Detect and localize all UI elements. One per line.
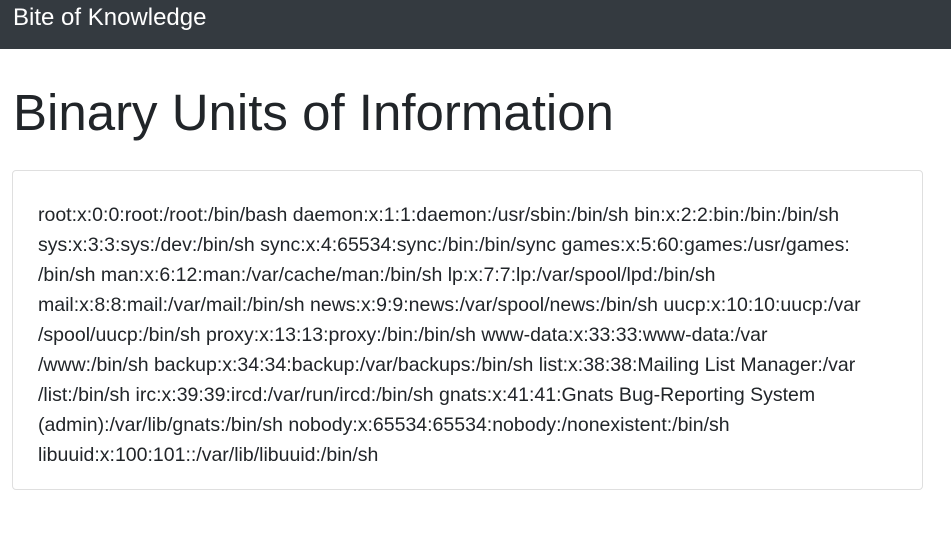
page-title: Binary Units of Information [13, 84, 614, 141]
navbar-brand-link[interactable]: Bite of Knowledge [13, 3, 206, 33]
card-body: root:x:0:0:root:/root:/bin/bash daemon:x… [38, 200, 900, 470]
content-line: (admin):/var/lib/gnats:/bin/sh nobody:x:… [38, 414, 730, 436]
content-line: /www:/bin/sh backup:x:34:34:backup:/var/… [38, 354, 856, 376]
content-line: /spool/uucp:/bin/sh proxy:x:13:13:proxy:… [38, 324, 768, 346]
content-line: root:x:0:0:root:/root:/bin/bash daemon:x… [38, 204, 840, 226]
content-line: libuuid:x:100:101::/var/lib/libuuid:/bin… [38, 444, 379, 466]
content-card: root:x:0:0:root:/root:/bin/bash daemon:x… [12, 170, 923, 490]
content-line: mail:x:8:8:mail:/var/mail:/bin/sh news:x… [38, 294, 861, 316]
content-line: /list:/bin/sh irc:x:39:39:ircd:/var/run/… [38, 384, 816, 406]
content-line: /bin/sh man:x:6:12:man:/var/cache/man:/b… [38, 264, 716, 286]
top-navbar: Bite of Knowledge [0, 0, 951, 49]
content-line: sys:x:3:3:sys:/dev:/bin/sh sync:x:4:6553… [38, 234, 850, 256]
